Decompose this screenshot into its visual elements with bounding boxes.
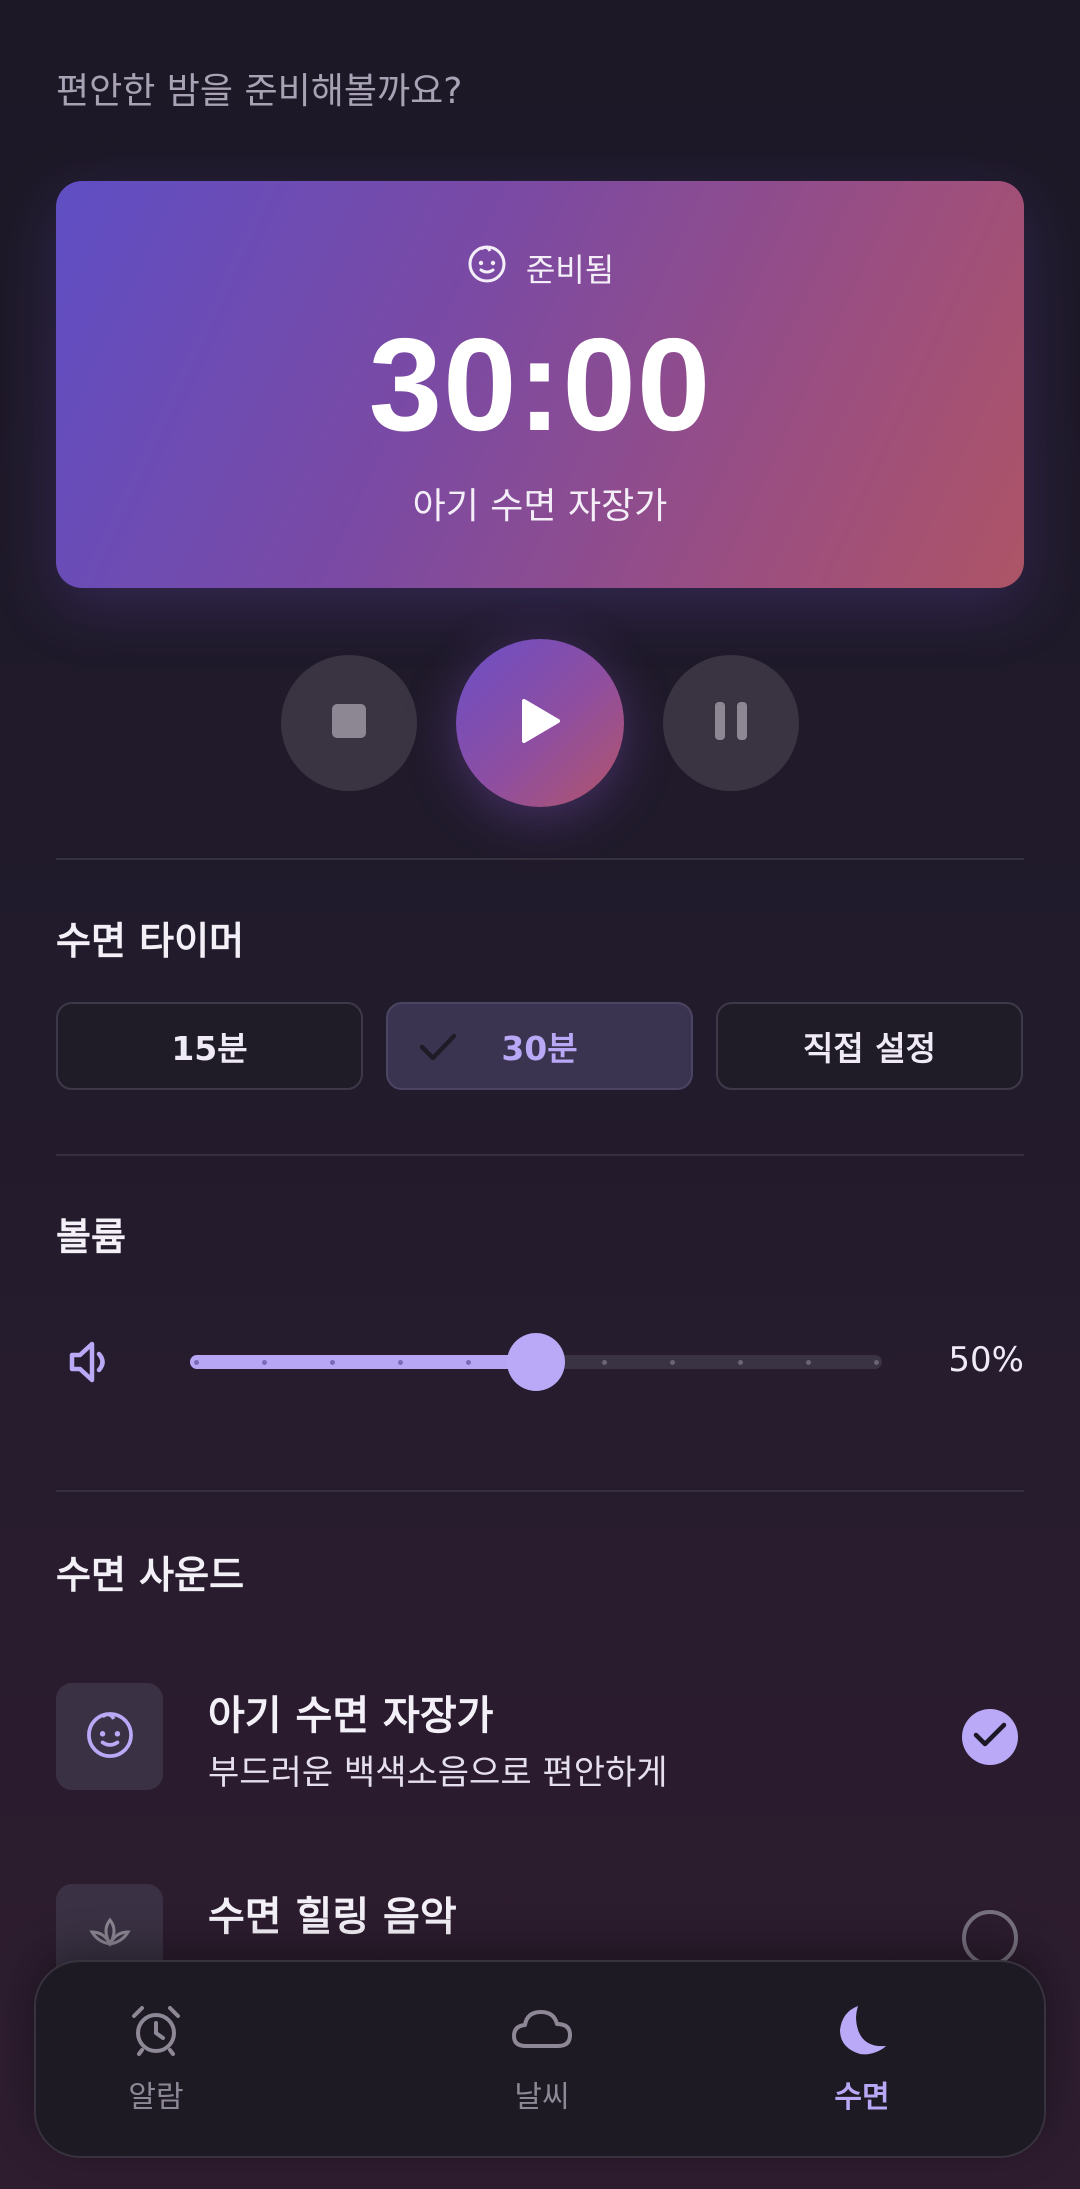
greeting-text: 편안한 밤을 준비해볼까요? xyxy=(56,71,463,112)
nav-item-sleep[interactable]: 수면 xyxy=(762,2002,962,2116)
timer-option-15[interactable]: 15분 xyxy=(56,1002,363,1090)
check-icon xyxy=(418,1030,458,1072)
nav-item-alarm[interactable]: 알람 xyxy=(56,2002,256,2116)
volume-slider[interactable] xyxy=(190,1333,882,1391)
volume-slider-tick xyxy=(602,1360,607,1365)
sound-subtitle: 부드러운 백색소음으로 편안하게 xyxy=(208,1753,668,1793)
timer-display: 30:00 xyxy=(368,311,712,458)
volume-slider-tick xyxy=(874,1360,879,1365)
alarm-clock-icon xyxy=(128,2002,184,2062)
sound-title: 아기 수면 자장가 xyxy=(208,1693,494,1739)
bottom-navigation: 알람 날씨 수면 xyxy=(34,1960,1046,2158)
baby-face-icon xyxy=(466,243,508,293)
player-status: 준비됨 xyxy=(56,243,1024,293)
volume-slider-tick xyxy=(738,1360,743,1365)
sound-icon-box xyxy=(56,1683,163,1790)
volume-slider-tick xyxy=(330,1360,335,1365)
volume-slider-tick xyxy=(398,1360,403,1365)
pause-button[interactable] xyxy=(663,655,799,791)
nav-item-weather[interactable]: 날씨 xyxy=(442,2002,642,2116)
sound-unselected-radio[interactable] xyxy=(962,1910,1018,1966)
volume-slider-tick xyxy=(670,1360,675,1365)
sleep-sounds-title: 수면 사운드 xyxy=(56,1553,245,1597)
nav-label: 날씨 xyxy=(514,2080,570,2115)
volume-slider-fill xyxy=(190,1355,536,1369)
volume-slider-tick xyxy=(806,1360,811,1365)
nav-label: 알람 xyxy=(128,2080,184,2115)
timer-option-label: 직접 설정 xyxy=(803,1029,936,1068)
volume-title: 볼륨 xyxy=(56,1215,126,1259)
track-title: 아기 수면 자장가 xyxy=(412,486,668,527)
timer-option-label: 30분 xyxy=(501,1029,578,1068)
stop-icon xyxy=(331,703,367,743)
volume-low-icon[interactable] xyxy=(66,1338,114,1390)
sound-selected-radio[interactable] xyxy=(962,1709,1018,1765)
volume-slider-tick xyxy=(262,1360,267,1365)
stop-button[interactable] xyxy=(281,655,417,791)
volume-slider-tick xyxy=(194,1360,199,1365)
divider xyxy=(56,858,1024,860)
play-icon xyxy=(518,697,562,749)
sound-item-lullaby[interactable]: 아기 수면 자장가 부드러운 백색소음으로 편안하게 xyxy=(56,1683,1024,1793)
timer-option-custom[interactable]: 직접 설정 xyxy=(716,1002,1023,1090)
volume-value: 50% xyxy=(948,1340,1024,1380)
lotus-icon xyxy=(84,1910,136,1966)
divider xyxy=(56,1154,1024,1156)
baby-face-icon xyxy=(84,1709,136,1765)
player-status-label: 준비됨 xyxy=(525,251,615,289)
pause-icon xyxy=(713,701,749,745)
timer-option-label: 15분 xyxy=(171,1029,248,1068)
sleep-timer-title: 수면 타이머 xyxy=(56,919,245,963)
nav-label: 수면 xyxy=(834,2080,890,2115)
volume-slider-thumb[interactable] xyxy=(507,1333,565,1391)
play-button[interactable] xyxy=(456,639,624,807)
divider xyxy=(56,1490,1024,1492)
moon-icon xyxy=(834,2002,890,2062)
check-icon xyxy=(973,1721,1007,1753)
timer-option-30[interactable]: 30분 xyxy=(386,1002,693,1090)
volume-slider-tick xyxy=(466,1360,471,1365)
cloud-icon xyxy=(510,2002,574,2062)
player-card: 준비됨 30:00 아기 수면 자장가 xyxy=(56,181,1024,588)
sound-title: 수면 힐링 음악 xyxy=(208,1894,457,1940)
